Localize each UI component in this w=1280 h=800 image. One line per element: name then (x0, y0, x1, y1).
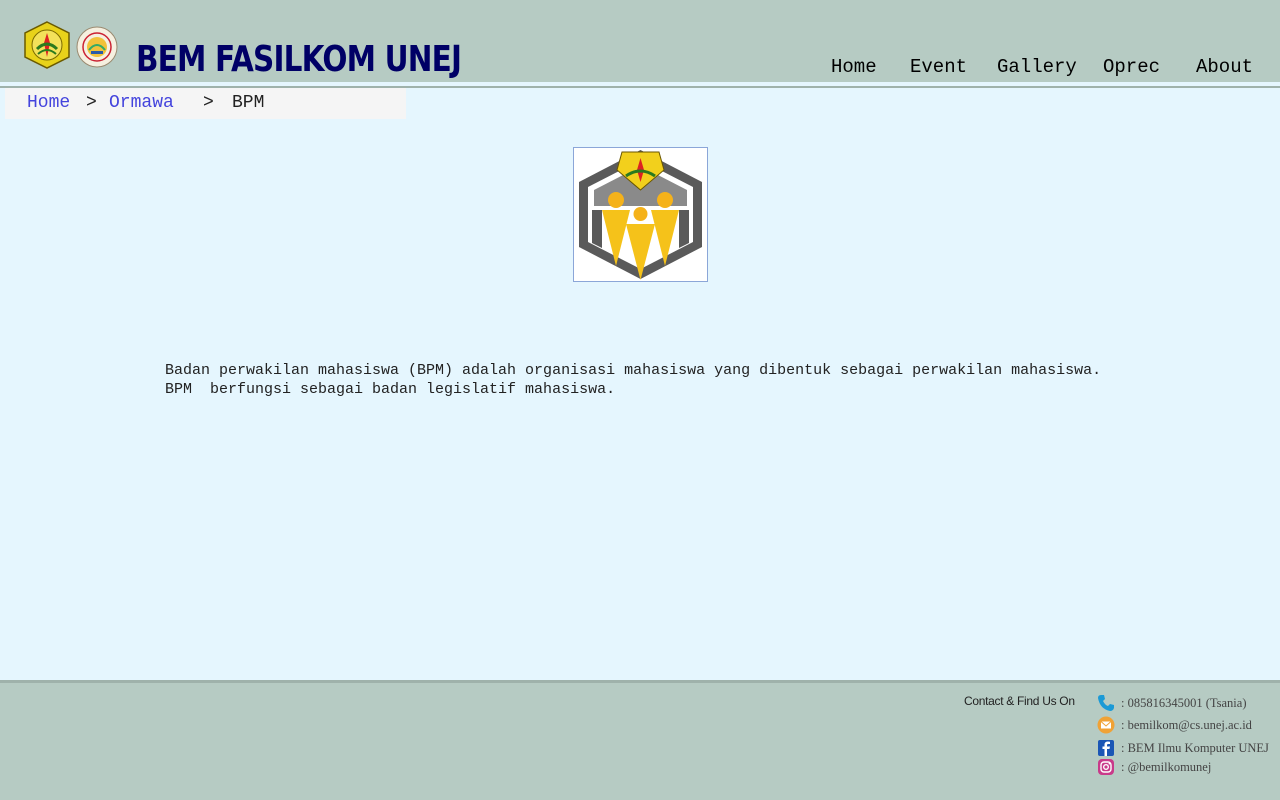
description: Badan perwakilan mahasiswa (BPM) adalah … (165, 361, 1185, 399)
site-header: BEM FASILKOM UNEJ Home Event Gallery Opr… (0, 0, 1280, 82)
breadcrumb-home[interactable]: Home (27, 88, 70, 118)
nav-event[interactable]: Event (910, 54, 967, 80)
breadcrumb-ormawa[interactable]: Ormawa (109, 88, 174, 118)
nav-oprec[interactable]: Oprec (1103, 54, 1160, 80)
contact-email-text[interactable]: : bemilkom@cs.unej.ac.id (1121, 717, 1252, 733)
description-line-1: Badan perwakilan mahasiswa (BPM) adalah … (165, 362, 1102, 379)
university-seal-icon[interactable] (23, 21, 71, 69)
breadcrumb: Home > Ormawa > BPM (5, 88, 406, 119)
site-title[interactable]: BEM FASILKOM UNEJ (136, 38, 462, 82)
contact-phone-text: : 085816345001 (Tsania) (1121, 696, 1247, 710)
bpm-logo-icon (573, 147, 708, 282)
site-footer (0, 680, 1280, 800)
instagram-icon (1098, 759, 1114, 775)
breadcrumb-separator: > (86, 93, 97, 113)
nav-home[interactable]: Home (831, 54, 877, 80)
contact-facebook-text[interactable]: : BEM Ilmu Komputer UNEJ (1121, 740, 1269, 756)
email-icon (1097, 716, 1115, 734)
faculty-seal-icon[interactable] (76, 26, 118, 68)
nav-about[interactable]: About (1196, 54, 1253, 80)
description-line-2: BPM berfungsi sebagai badan legislatif m… (165, 381, 616, 398)
phone-icon (1098, 695, 1114, 711)
breadcrumb-current: BPM (232, 93, 265, 113)
contact-instagram-text[interactable]: : @bemilkomunej (1121, 759, 1211, 775)
nav-gallery[interactable]: Gallery (997, 54, 1077, 80)
breadcrumb-separator: > (203, 93, 214, 113)
contact-title: Contact & Find Us On (964, 694, 1075, 708)
facebook-icon (1098, 740, 1114, 756)
